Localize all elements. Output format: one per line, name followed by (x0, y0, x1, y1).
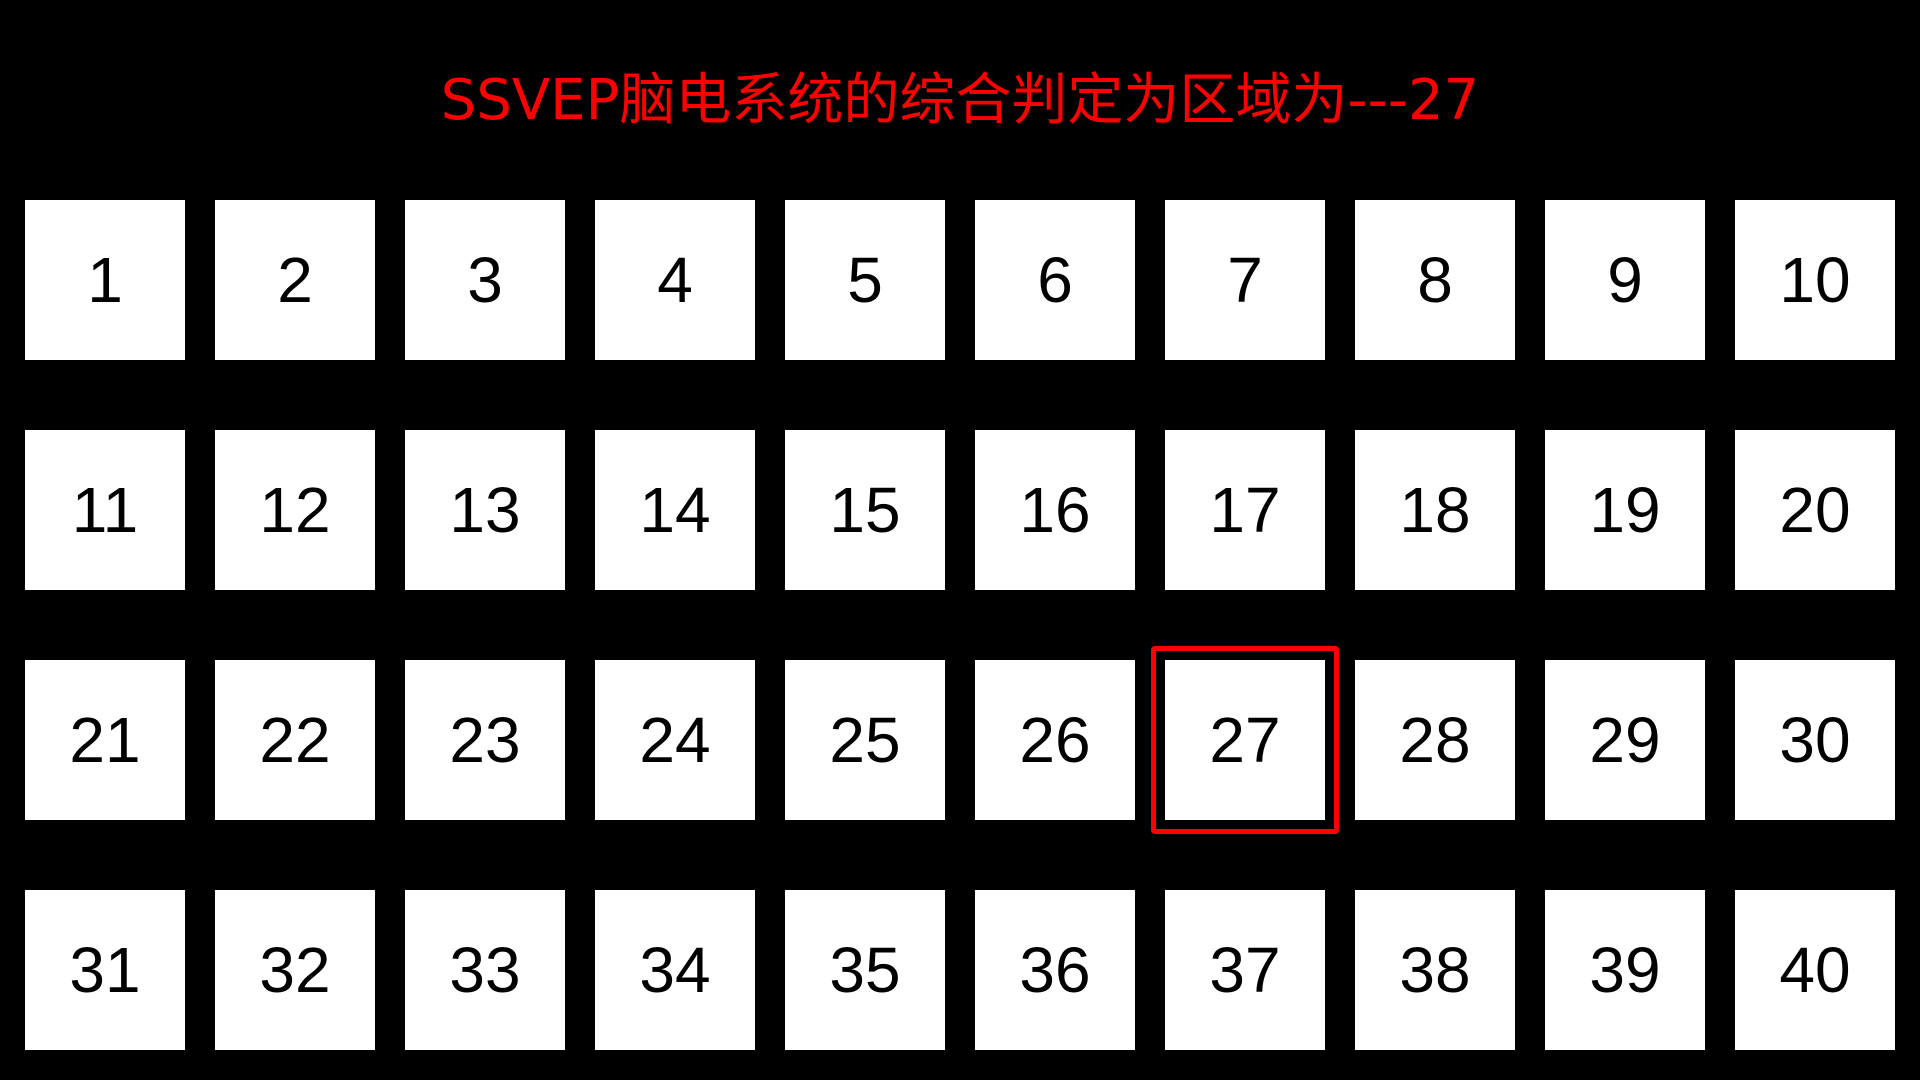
target-label: 6 (1037, 244, 1073, 316)
target-cell-19[interactable]: 19 (1545, 430, 1705, 590)
target-label: 5 (847, 244, 883, 316)
target-cell-39[interactable]: 39 (1545, 890, 1705, 1050)
target-cell-22[interactable]: 22 (215, 660, 375, 820)
target-label: 27 (1209, 704, 1281, 776)
target-cell-4[interactable]: 4 (595, 200, 755, 360)
target-cell-3[interactable]: 3 (405, 200, 565, 360)
target-label: 33 (449, 934, 521, 1006)
target-cell-15[interactable]: 15 (785, 430, 945, 590)
target-label: 35 (829, 934, 901, 1006)
target-cell-37[interactable]: 37 (1165, 890, 1325, 1050)
target-cell-18[interactable]: 18 (1355, 430, 1515, 590)
target-cell-25[interactable]: 25 (785, 660, 945, 820)
target-label: 21 (69, 704, 141, 776)
target-cell-35[interactable]: 35 (785, 890, 945, 1050)
target-label: 8 (1417, 244, 1453, 316)
target-label: 16 (1019, 474, 1091, 546)
target-label: 39 (1589, 934, 1661, 1006)
target-label: 4 (657, 244, 693, 316)
target-label: 31 (69, 934, 141, 1006)
target-label: 25 (829, 704, 901, 776)
target-label: 11 (71, 474, 139, 546)
target-label: 24 (639, 704, 711, 776)
target-cell-13[interactable]: 13 (405, 430, 565, 590)
target-label: 29 (1589, 704, 1661, 776)
target-cell-1[interactable]: 1 (25, 200, 185, 360)
ssvep-screen: SSVEP脑电系统的综合判定为区域为---27 1 2 3 4 5 6 7 8 9 10 11 12 1… (0, 0, 1920, 1080)
target-label: 15 (829, 474, 901, 546)
target-label: 3 (467, 244, 503, 316)
target-label: 30 (1779, 704, 1851, 776)
target-label: 20 (1779, 474, 1851, 546)
target-cell-30[interactable]: 30 (1735, 660, 1895, 820)
target-label: 10 (1779, 244, 1851, 316)
target-cell-12[interactable]: 12 (215, 430, 375, 590)
target-cell-8[interactable]: 8 (1355, 200, 1515, 360)
target-label: 26 (1019, 704, 1091, 776)
target-label: 34 (639, 934, 711, 1006)
target-cell-9[interactable]: 9 (1545, 200, 1705, 360)
target-cell-10[interactable]: 10 (1735, 200, 1895, 360)
target-label: 13 (449, 474, 521, 546)
target-cell-11[interactable]: 11 (25, 430, 185, 590)
target-label: 12 (259, 474, 331, 546)
target-label: 7 (1227, 244, 1263, 316)
target-cell-32[interactable]: 32 (215, 890, 375, 1050)
target-cell-33[interactable]: 33 (405, 890, 565, 1050)
target-grid: 1 2 3 4 5 6 7 8 9 10 11 12 13 14 15 16 17 18 19 20 21 22 23 24 2… (25, 200, 1896, 1050)
target-cell-14[interactable]: 14 (595, 430, 755, 590)
target-cell-6[interactable]: 6 (975, 200, 1135, 360)
target-cell-27-selected[interactable]: 27 (1151, 646, 1339, 834)
target-cell-24[interactable]: 24 (595, 660, 755, 820)
target-cell-20[interactable]: 20 (1735, 430, 1895, 590)
target-cell-5[interactable]: 5 (785, 200, 945, 360)
target-cell-7[interactable]: 7 (1165, 200, 1325, 360)
target-cell-28[interactable]: 28 (1355, 660, 1515, 820)
target-label: 28 (1399, 704, 1471, 776)
target-cell-23[interactable]: 23 (405, 660, 565, 820)
target-label: 22 (259, 704, 331, 776)
target-label: 19 (1589, 474, 1661, 546)
target-label: 18 (1399, 474, 1471, 546)
target-label: 40 (1779, 934, 1851, 1006)
target-cell-40[interactable]: 40 (1735, 890, 1895, 1050)
target-cell-21[interactable]: 21 (25, 660, 185, 820)
target-label: 36 (1019, 934, 1091, 1006)
target-label: 9 (1607, 244, 1643, 316)
target-label: 17 (1209, 474, 1281, 546)
target-cell-2[interactable]: 2 (215, 200, 375, 360)
target-cell-38[interactable]: 38 (1355, 890, 1515, 1050)
target-cell-26[interactable]: 26 (975, 660, 1135, 820)
target-cell-34[interactable]: 34 (595, 890, 755, 1050)
target-cell-36[interactable]: 36 (975, 890, 1135, 1050)
target-cell-17[interactable]: 17 (1165, 430, 1325, 590)
target-label: 23 (449, 704, 521, 776)
target-label: 2 (277, 244, 313, 316)
target-label: 1 (87, 244, 123, 316)
target-cell-16[interactable]: 16 (975, 430, 1135, 590)
result-title: SSVEP脑电系统的综合判定为区域为---27 (440, 68, 1480, 133)
target-cell-29[interactable]: 29 (1545, 660, 1705, 820)
target-label: 32 (259, 934, 331, 1006)
target-label: 38 (1399, 934, 1471, 1006)
target-label: 37 (1209, 934, 1281, 1006)
target-cell-31[interactable]: 31 (25, 890, 185, 1050)
target-label: 14 (639, 474, 711, 546)
